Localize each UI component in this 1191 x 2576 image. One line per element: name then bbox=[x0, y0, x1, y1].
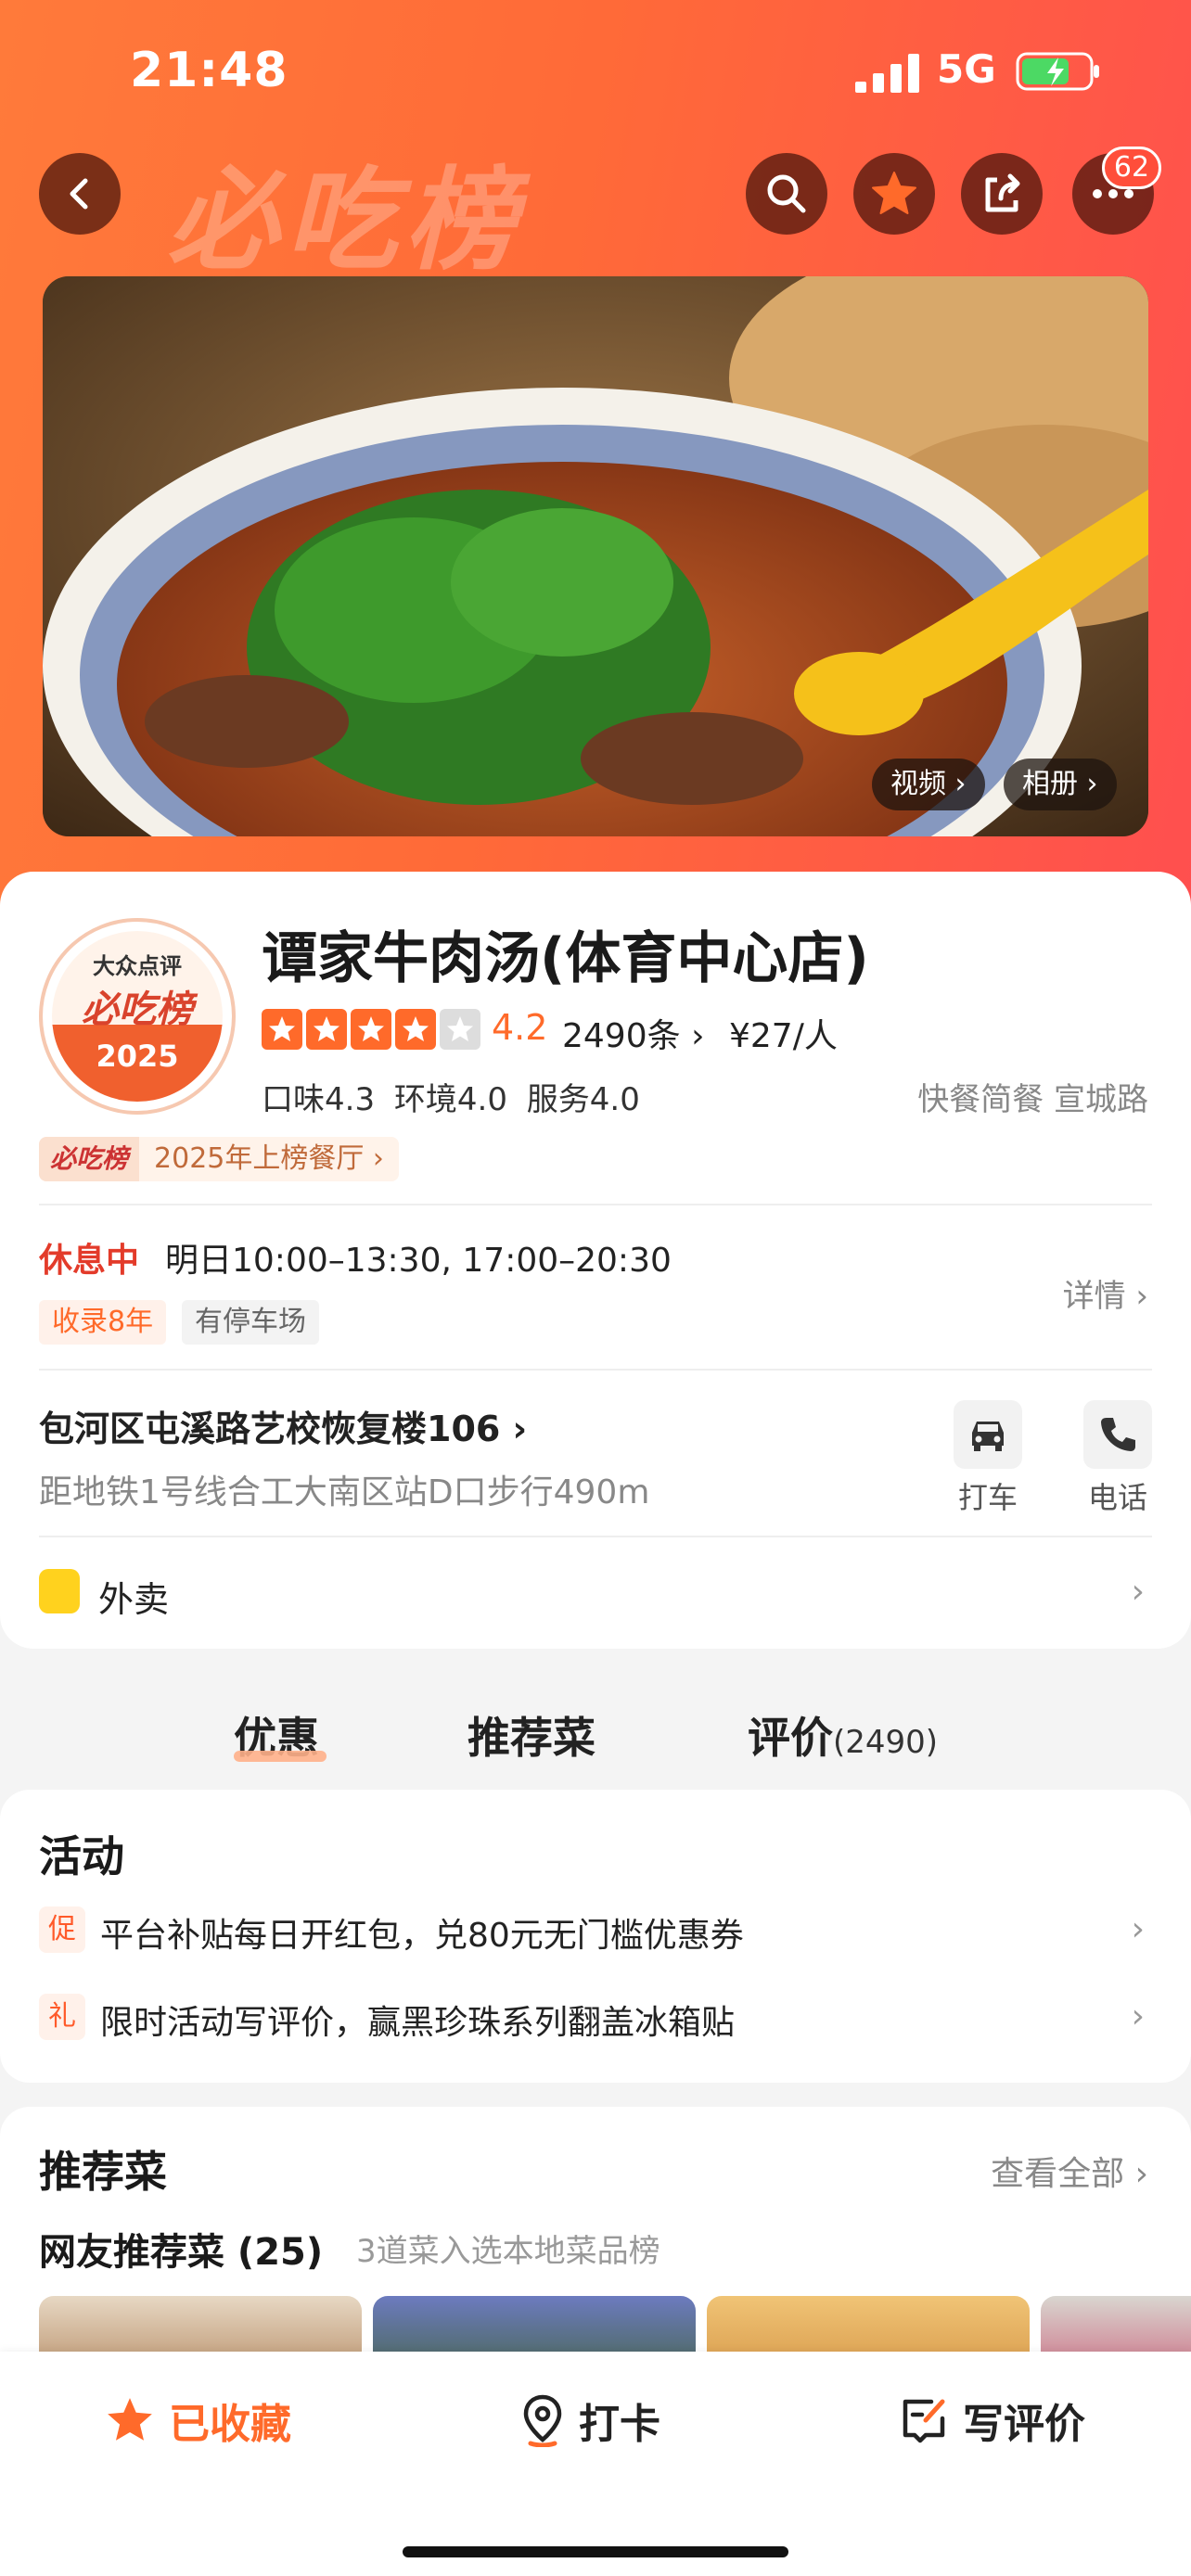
share-button[interactable] bbox=[961, 153, 1043, 235]
sub-scores: 口味4.3 环境4.0 服务4.0 bbox=[262, 1081, 640, 1118]
phone-button[interactable] bbox=[1083, 1400, 1152, 1469]
video-button[interactable]: 视频 › bbox=[872, 759, 985, 810]
favorited-label: 已收藏 bbox=[169, 2401, 291, 2448]
dish-thumbnail[interactable] bbox=[373, 2296, 696, 2352]
chevron-left-icon bbox=[70, 178, 88, 210]
taxi-label: 打车 bbox=[957, 1480, 1018, 1515]
favorite-button[interactable] bbox=[853, 153, 935, 235]
restaurant-detail-page: 21:48 5G 必吃榜 62 视频 › 相册 › 大众点评 必吃榜 2025 … bbox=[0, 0, 1191, 2576]
promo-tag: 促 bbox=[39, 1906, 85, 1953]
album-button[interactable]: 相册 › bbox=[1004, 759, 1117, 810]
bichi-watermark: 必吃榜 bbox=[167, 157, 523, 286]
gift-item[interactable]: 限时活动写评价，赢黑珍珠系列翻盖冰箱贴 bbox=[100, 1996, 735, 2044]
dish-thumbnail[interactable] bbox=[39, 2296, 362, 2352]
star-icon bbox=[306, 1009, 347, 1050]
tab-reviews-label: 评价 bbox=[748, 1713, 833, 1763]
hours-detail-link[interactable]: 详情 › bbox=[1063, 1270, 1148, 1316]
see-all-label: 查看全部 bbox=[991, 2155, 1125, 2193]
dishes-title: 推荐菜 bbox=[39, 2147, 167, 2197]
promo-item[interactable]: 平台补贴每日开红包，兑80元无门槛优惠券 bbox=[100, 1908, 744, 1957]
user-dishes-title: 网友推荐菜 (25) bbox=[39, 2231, 324, 2274]
rating-score: 4.2 bbox=[492, 1007, 548, 1048]
open-status: 休息中 bbox=[39, 1242, 140, 1280]
star-icon bbox=[351, 1009, 391, 1050]
beef-soup-photo bbox=[43, 276, 1148, 836]
tab-active-indicator bbox=[234, 1751, 327, 1762]
write-review-button[interactable]: 写评价 bbox=[898, 2392, 1085, 2448]
search-icon bbox=[767, 174, 806, 213]
detail-label: 详情 bbox=[1062, 1278, 1126, 1315]
home-indicator bbox=[403, 2546, 788, 2557]
divider bbox=[39, 1204, 1152, 1205]
search-button[interactable] bbox=[746, 153, 827, 235]
dish-thumbnails bbox=[39, 2296, 1191, 2352]
delivery-link[interactable]: 外卖 bbox=[98, 1571, 169, 1622]
avg-price: ¥27/人 bbox=[729, 1017, 838, 1055]
parking-tag: 有停车场 bbox=[182, 1300, 319, 1345]
divider bbox=[39, 1369, 1152, 1371]
subway-distance: 距地铁1号线合工大南区站D口步行490m bbox=[39, 1473, 650, 1511]
signal-icon bbox=[855, 54, 919, 93]
write-review-label: 写评价 bbox=[963, 2401, 1085, 2448]
dish-thumbnail[interactable] bbox=[1041, 2296, 1191, 2352]
chevron-right-icon[interactable]: › bbox=[1132, 1910, 1145, 1948]
checkin-button[interactable]: 打卡 bbox=[519, 2392, 660, 2448]
meituan-delivery-icon bbox=[39, 1569, 80, 1613]
badge-title: 必吃榜 bbox=[82, 988, 193, 1031]
activities-title: 活动 bbox=[39, 1831, 124, 1881]
chevron-right-icon[interactable]: › bbox=[1132, 1573, 1145, 1611]
bottom-action-bar bbox=[0, 2352, 1191, 2576]
video-label: 视频 bbox=[890, 768, 946, 800]
share-icon bbox=[985, 173, 1020, 212]
favorited-button[interactable]: 已收藏 bbox=[104, 2392, 291, 2448]
notification-badge: 62 bbox=[1102, 147, 1161, 189]
chevron-right-icon[interactable]: › bbox=[1132, 1997, 1145, 2035]
shop-name: 谭家牛肉汤(体育中心店) bbox=[262, 926, 869, 991]
location-pin-icon bbox=[523, 2394, 562, 2447]
shop-photo[interactable] bbox=[43, 276, 1148, 836]
address-link[interactable]: 包河区屯溪路艺校恢复楼106 › bbox=[39, 1400, 527, 1451]
see-all-link[interactable]: 查看全部 › bbox=[991, 2147, 1148, 2195]
car-icon bbox=[972, 1422, 1004, 1451]
divider bbox=[39, 1536, 1152, 1537]
status-time: 21:48 bbox=[130, 43, 288, 98]
album-label: 相册 bbox=[1022, 768, 1078, 800]
tab-reviews-count: (2490) bbox=[833, 1724, 939, 1761]
edit-review-icon bbox=[903, 2399, 945, 2443]
dishes-note: 3道菜入选本地菜品榜 bbox=[356, 2233, 660, 2270]
star-icon bbox=[262, 1009, 302, 1050]
rank-tag-brand: 必吃榜 bbox=[39, 1137, 140, 1181]
phone-label: 电话 bbox=[1087, 1480, 1147, 1515]
review-count-link[interactable]: 2490条 › bbox=[562, 1009, 704, 1057]
star-rating bbox=[262, 1009, 480, 1050]
bichi-badge: 大众点评 必吃榜 2025 bbox=[39, 918, 236, 1115]
rank-tag-text: 2025年上榜餐厅 › bbox=[139, 1137, 399, 1181]
badge-brand: 大众点评 bbox=[93, 953, 182, 979]
battery-icon bbox=[1016, 52, 1099, 91]
star-icon bbox=[872, 172, 916, 214]
network-type: 5G bbox=[937, 46, 996, 92]
rank-tag[interactable]: 必吃榜 2025年上榜餐厅 › bbox=[39, 1137, 399, 1181]
tab-reviews[interactable]: 评价(2490) bbox=[748, 1704, 938, 1766]
tab-dishes[interactable]: 推荐菜 bbox=[467, 1704, 596, 1766]
back-button[interactable] bbox=[39, 153, 121, 235]
star-empty-icon bbox=[440, 1009, 480, 1050]
checkin-label: 打卡 bbox=[579, 2401, 660, 2448]
taxi-button[interactable] bbox=[954, 1400, 1022, 1469]
category-area: 快餐简餐 宣城路 bbox=[917, 1081, 1148, 1118]
star-icon bbox=[395, 1009, 436, 1050]
phone-icon bbox=[1101, 1418, 1135, 1451]
badge-year: 2025 bbox=[96, 1039, 179, 1074]
address-text: 包河区屯溪路艺校恢复楼106 bbox=[39, 1409, 501, 1449]
opening-hours: 明日10:00–13:30, 17:00–20:30 bbox=[165, 1242, 672, 1280]
star-filled-icon bbox=[108, 2398, 152, 2441]
gift-tag: 礼 bbox=[39, 1994, 85, 2040]
review-count: 2490条 bbox=[562, 1017, 681, 1055]
dish-thumbnail[interactable] bbox=[707, 2296, 1030, 2352]
status-bar: 21:48 5G bbox=[0, 35, 1191, 109]
years-tag: 收录8年 bbox=[39, 1300, 167, 1345]
